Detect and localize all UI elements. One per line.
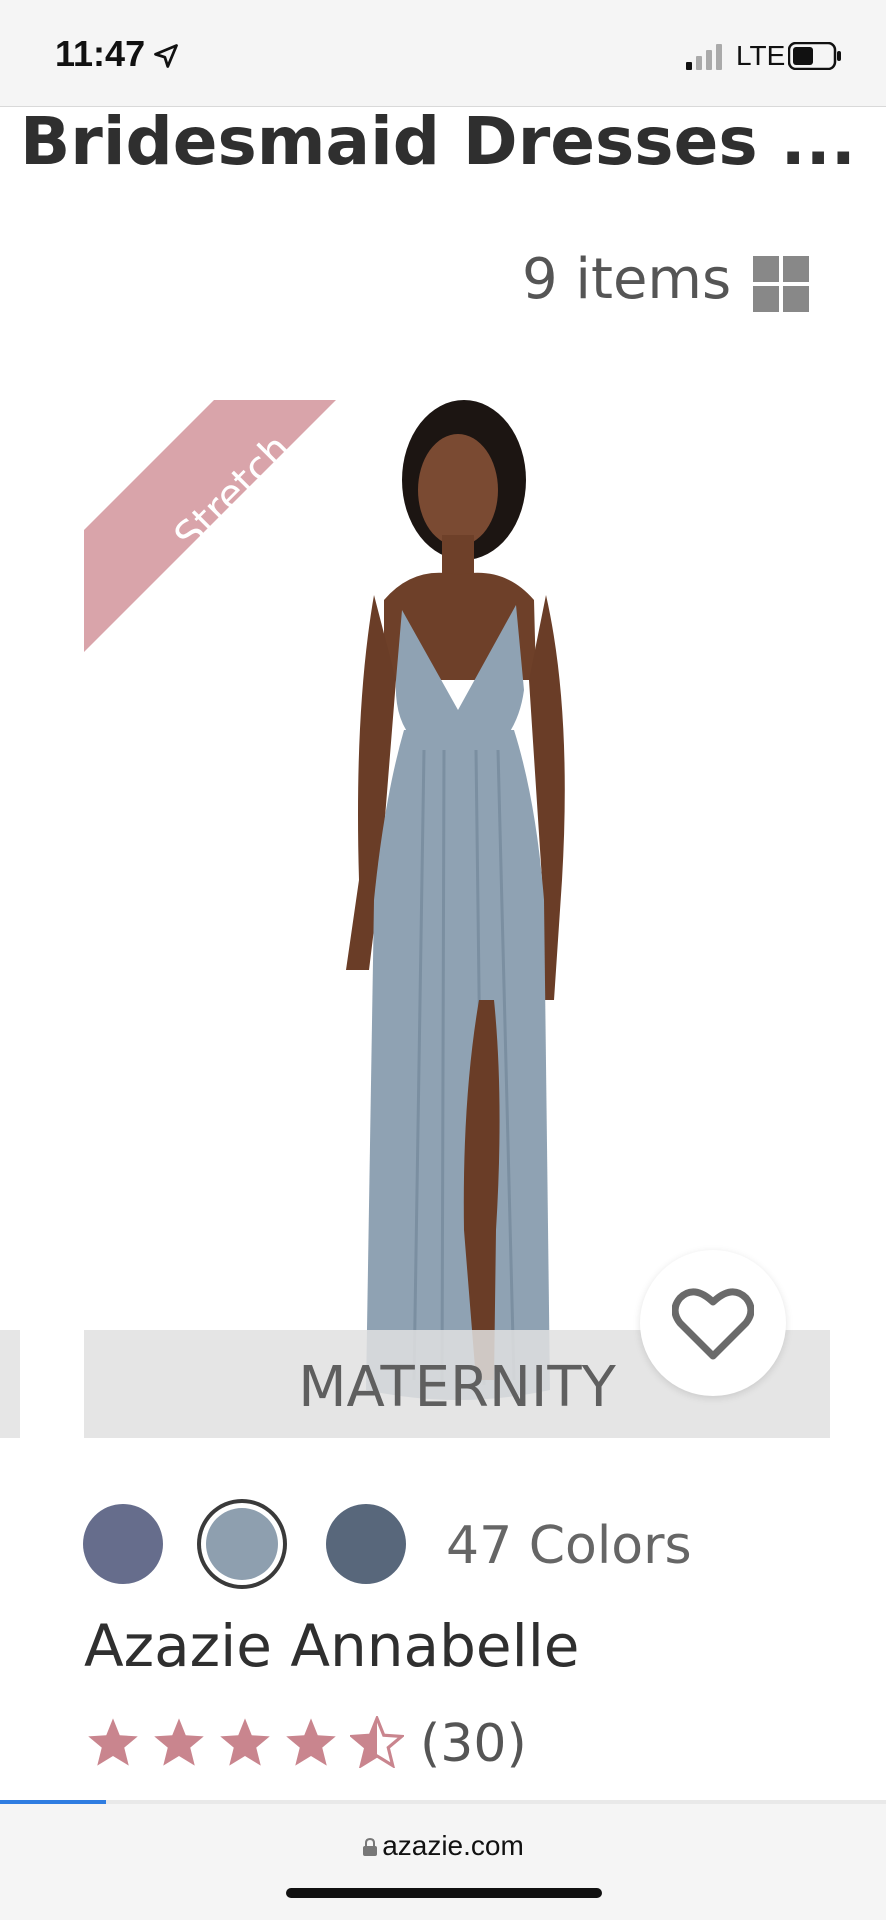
color-swatch-2-selected[interactable] (206, 1508, 278, 1580)
heart-icon (672, 1288, 754, 1360)
rating-stars (86, 1716, 404, 1768)
lock-icon (363, 1838, 378, 1856)
status-bar: 11:47 LTE (0, 0, 886, 107)
star-icon (154, 1718, 204, 1766)
cellular-signal-icon (686, 44, 722, 70)
half-star-icon (350, 1716, 404, 1768)
product-name[interactable]: Azazie Annabelle (84, 1612, 580, 1680)
wishlist-button[interactable] (640, 1250, 786, 1396)
star-icon (286, 1718, 336, 1766)
color-swatch-3[interactable] (326, 1504, 406, 1584)
star-icon (88, 1718, 138, 1766)
url-text: azazie.com (382, 1830, 524, 1861)
items-count: 9 items (522, 247, 732, 312)
previous-card-edge[interactable] (0, 1330, 20, 1438)
page-title: Bridesmaid Dresses ... (20, 103, 856, 180)
color-swatch-1[interactable] (83, 1504, 163, 1584)
browser-bottom-bar (0, 1804, 886, 1920)
star-icon (220, 1718, 270, 1766)
battery-icon (788, 42, 841, 70)
clock-time: 11:47 (55, 33, 146, 74)
location-arrow-icon (154, 44, 178, 68)
grid-view-icon[interactable] (753, 256, 809, 312)
network-type: LTE (736, 40, 786, 71)
home-indicator[interactable] (286, 1888, 602, 1898)
colors-count[interactable]: 47 Colors (446, 1516, 692, 1576)
address-bar[interactable]: azazie.com (0, 1830, 886, 1862)
review-count[interactable]: (30) (420, 1714, 527, 1774)
